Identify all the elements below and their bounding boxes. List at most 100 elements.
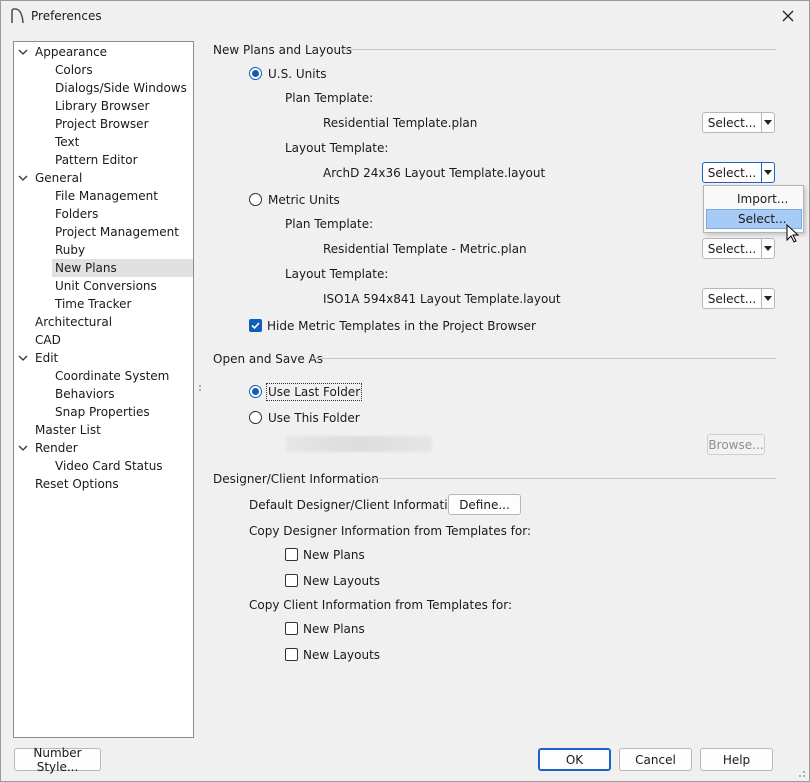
tree-item-label: Ruby <box>55 243 86 257</box>
select-dropdown-arrow[interactable] <box>761 162 775 183</box>
tree-item-label: Unit Conversions <box>55 279 157 293</box>
tree-item-label: Architectural <box>35 315 113 329</box>
tree-item-label: Project Management <box>55 225 179 239</box>
close-icon <box>782 10 794 22</box>
hide-metric-label[interactable]: Hide Metric Templates in the Project Bro… <box>267 319 536 333</box>
tree-item-label: File Management <box>55 189 158 203</box>
tree-item[interactable]: Architectural <box>14 313 193 331</box>
select-dropdown-arrow[interactable] <box>761 288 775 309</box>
tree-item-label: Colors <box>55 63 93 77</box>
tree-item[interactable]: Unit Conversions <box>14 277 193 295</box>
help-button[interactable]: Help <box>700 748 773 771</box>
select-button-main[interactable]: Select... <box>702 288 762 309</box>
chevron-down-icon <box>764 120 772 125</box>
tree-item-label: General <box>35 171 83 185</box>
tree-item-label: Behaviors <box>55 387 115 401</box>
tree-item[interactable]: Video Card Status <box>14 457 193 475</box>
tree-item[interactable]: Pattern Editor <box>14 151 193 169</box>
chevron-down-icon[interactable] <box>18 353 28 363</box>
us-layout-select-button[interactable]: Select... <box>702 162 775 183</box>
folder-path-field <box>286 436 432 452</box>
designer-client-group-header: Designer/Client Information <box>213 472 379 486</box>
chevron-down-icon[interactable] <box>18 47 28 57</box>
us-plan-select-button[interactable]: Select... <box>702 112 775 133</box>
us-units-label[interactable]: U.S. Units <box>268 67 327 81</box>
tree-item-label: Edit <box>35 351 59 365</box>
tree-item[interactable]: Render <box>14 439 193 457</box>
tree-item[interactable]: Project Management <box>14 223 193 241</box>
metric-units-label[interactable]: Metric Units <box>268 193 340 207</box>
tree-item[interactable]: Library Browser <box>14 97 193 115</box>
tree-item[interactable]: Coordinate System <box>14 367 193 385</box>
tree-item[interactable]: File Management <box>14 187 193 205</box>
chevron-down-icon[interactable] <box>18 443 28 453</box>
chevron-down-icon[interactable] <box>18 173 28 183</box>
select-dropdown-arrow[interactable] <box>761 238 775 259</box>
tree-item-label: CAD <box>35 333 61 347</box>
tree-item[interactable]: Appearance <box>14 43 193 61</box>
use-this-folder-label[interactable]: Use This Folder <box>268 411 360 425</box>
cancel-button[interactable]: Cancel <box>619 748 692 771</box>
tree-item-label: Pattern Editor <box>55 153 138 167</box>
new-plans-group-header: New Plans and Layouts <box>213 43 353 57</box>
us-layout-template-value: ArchD 24x36 Layout Template.layout <box>323 166 546 180</box>
tree-item[interactable]: Colors <box>14 61 193 79</box>
tree-item[interactable]: Time Tracker <box>14 295 193 313</box>
tree-item[interactable]: Ruby <box>14 241 193 259</box>
client-new-layouts-checkbox[interactable] <box>285 648 298 661</box>
use-this-folder-radio[interactable] <box>249 411 262 424</box>
us-layout-template-label: Layout Template: <box>285 141 389 155</box>
tree-item-label: Appearance <box>35 45 108 59</box>
define-button[interactable]: Define... <box>448 494 521 515</box>
tree-item-label: Library Browser <box>55 99 150 113</box>
ok-button[interactable]: OK <box>538 748 611 771</box>
close-button[interactable] <box>775 4 801 28</box>
copy-client-label: Copy Client Information from Templates f… <box>249 598 512 612</box>
use-last-folder-radio[interactable] <box>249 385 262 398</box>
client-new-plans-label[interactable]: New Plans <box>303 622 365 636</box>
tree-item[interactable]: Master List <box>14 421 193 439</box>
tree-item[interactable]: General <box>14 169 193 187</box>
resize-grip-icon[interactable] <box>796 768 806 778</box>
us-units-radio[interactable] <box>249 67 262 80</box>
tree-item-label: Coordinate System <box>55 369 170 383</box>
tree-item[interactable]: Dialogs/Side Windows <box>14 79 193 97</box>
select-dropdown-arrow[interactable] <box>761 112 775 133</box>
tree-item-label: Text <box>55 135 80 149</box>
metric-units-radio[interactable] <box>249 193 262 206</box>
use-last-folder-label[interactable]: Use Last Folder <box>265 383 363 401</box>
metric-plan-template-value: Residential Template - Metric.plan <box>323 242 527 256</box>
select-button-main[interactable]: Select... <box>702 162 762 183</box>
tree-item[interactable]: Text <box>14 133 193 151</box>
splitter-grip-icon[interactable] <box>198 368 202 408</box>
metric-plan-template-label: Plan Template: <box>285 217 374 231</box>
metric-plan-select-button[interactable]: Select... <box>702 238 775 259</box>
designer-new-plans-checkbox[interactable] <box>285 548 298 561</box>
default-designer-label: Default Designer/Client Information: <box>249 498 467 512</box>
tree-item[interactable]: Edit <box>14 349 193 367</box>
browse-button[interactable]: Browse... <box>707 434 765 455</box>
tree-item-label: Time Tracker <box>55 297 132 311</box>
designer-new-layouts-checkbox[interactable] <box>285 574 298 587</box>
number-style-button[interactable]: Number Style... <box>14 746 101 774</box>
title-bar[interactable]: Preferences <box>1 1 809 32</box>
tree-item-label: New Plans <box>52 259 193 277</box>
menu-item-import[interactable]: Import... <box>706 189 802 209</box>
tree-item[interactable]: Snap Properties <box>14 403 193 421</box>
tree-item[interactable]: CAD <box>14 331 193 349</box>
category-tree[interactable]: Appearance Colors Dialogs/Side Windows Libr… <box>13 41 194 738</box>
hide-metric-checkbox[interactable] <box>249 319 262 332</box>
designer-new-plans-label[interactable]: New Plans <box>303 548 365 562</box>
tree-item[interactable]: Behaviors <box>14 385 193 403</box>
tree-item[interactable]: Reset Options <box>14 475 193 493</box>
client-new-plans-checkbox[interactable] <box>285 622 298 635</box>
tree-item-label: Reset Options <box>35 477 119 491</box>
designer-new-layouts-label[interactable]: New Layouts <box>303 574 380 588</box>
tree-item[interactable]: Folders <box>14 205 193 223</box>
tree-item[interactable]: New Plans <box>14 259 193 277</box>
select-button-main[interactable]: Select... <box>702 238 762 259</box>
tree-item[interactable]: Project Browser <box>14 115 193 133</box>
client-new-layouts-label[interactable]: New Layouts <box>303 648 380 662</box>
metric-layout-select-button[interactable]: Select... <box>702 288 775 309</box>
select-button-main[interactable]: Select... <box>702 112 762 133</box>
